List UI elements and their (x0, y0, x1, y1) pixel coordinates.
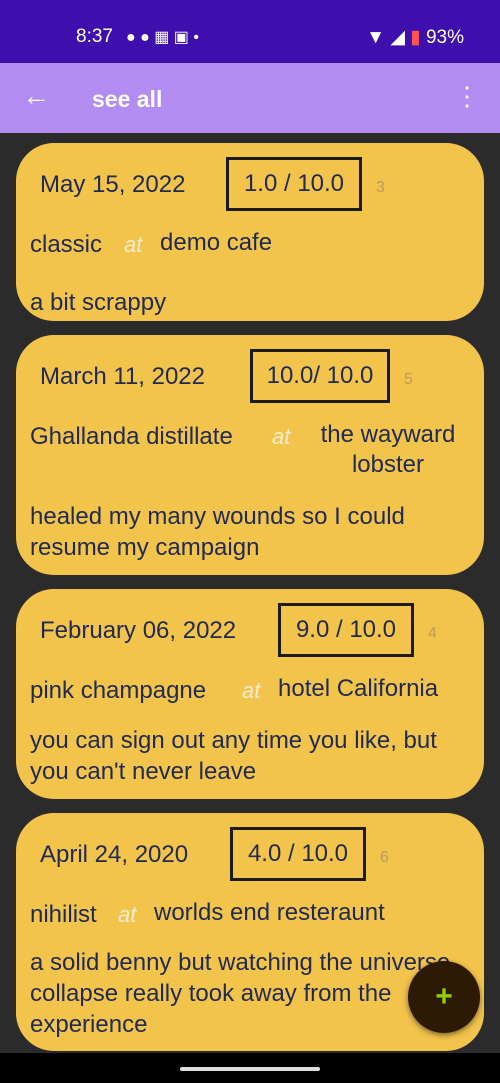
entry-card[interactable]: May 15, 2022 1.0 / 10.0 3 classic at dem… (16, 143, 484, 321)
entry-date: April 24, 2020 (40, 841, 189, 868)
entry-rating: 1.0 / 10.0 (226, 157, 362, 211)
entry-count: 5 (404, 371, 413, 388)
entry-at: at (242, 678, 261, 703)
page-title: see all (92, 86, 163, 112)
back-arrow-icon[interactable]: ← (22, 80, 50, 112)
entry-card[interactable]: March 11, 2022 10.0/ 10.0 5 Ghallanda di… (16, 335, 484, 575)
status-right: ▼ ◢ ▮ 93% (366, 26, 464, 49)
entry-rating: 4.0 / 10.0 (230, 827, 366, 881)
notification-icons: ● ● ▦ ▣ • (126, 29, 199, 46)
entry-count: 6 (380, 849, 389, 866)
more-options-icon[interactable]: ⋮ (454, 81, 480, 112)
entry-place: the wayward lobster (320, 421, 456, 478)
battery-icon: ▮ (410, 27, 421, 48)
entry-drink: nihilist (30, 901, 97, 928)
entry-count: 4 (428, 625, 437, 642)
status-time: 8:37 (76, 26, 113, 47)
entry-place: worlds end resteraunt (154, 899, 385, 926)
signal-icon: ◢ (390, 27, 405, 48)
add-entry-button[interactable]: + (408, 961, 480, 1033)
entry-note: a bit scrappy (30, 289, 167, 316)
navigation-bar (0, 1053, 500, 1083)
entry-at: at (124, 232, 143, 257)
entry-count: 3 (376, 179, 385, 196)
plus-icon: + (435, 980, 453, 1013)
entry-date: May 15, 2022 (40, 171, 186, 198)
entry-card[interactable]: February 06, 2022 9.0 / 10.0 4 pink cham… (16, 589, 484, 799)
entry-drink: classic (30, 231, 103, 258)
wifi-icon: ▼ (366, 27, 386, 48)
entry-drink: Ghallanda distillate (30, 423, 233, 450)
status-bar: 8:37 ● ● ▦ ▣ • ▼ ◢ ▮ 93% (0, 0, 500, 63)
entry-note: you can sign out any time you like, but … (30, 727, 437, 785)
battery-percent: 93% (425, 27, 464, 48)
entry-rating: 10.0/ 10.0 (250, 349, 390, 403)
entry-rating: 9.0 / 10.0 (278, 603, 414, 657)
entry-place: hotel California (278, 675, 439, 702)
entry-at: at (272, 424, 291, 449)
entry-date: February 06, 2022 (40, 617, 237, 644)
app-bar: ← see all ⋮ (0, 63, 500, 133)
home-handle[interactable] (180, 1067, 320, 1071)
entry-at: at (118, 902, 137, 927)
entry-drink: pink champagne (30, 677, 207, 704)
entry-note: healed my many wounds so I could resume … (30, 503, 405, 561)
entry-note: a solid benny but watching the universe … (30, 949, 451, 1038)
entry-place: demo cafe (160, 229, 273, 256)
entry-date: March 11, 2022 (40, 363, 205, 390)
entries-list[interactable]: May 15, 2022 1.0 / 10.0 3 classic at dem… (0, 133, 500, 1053)
